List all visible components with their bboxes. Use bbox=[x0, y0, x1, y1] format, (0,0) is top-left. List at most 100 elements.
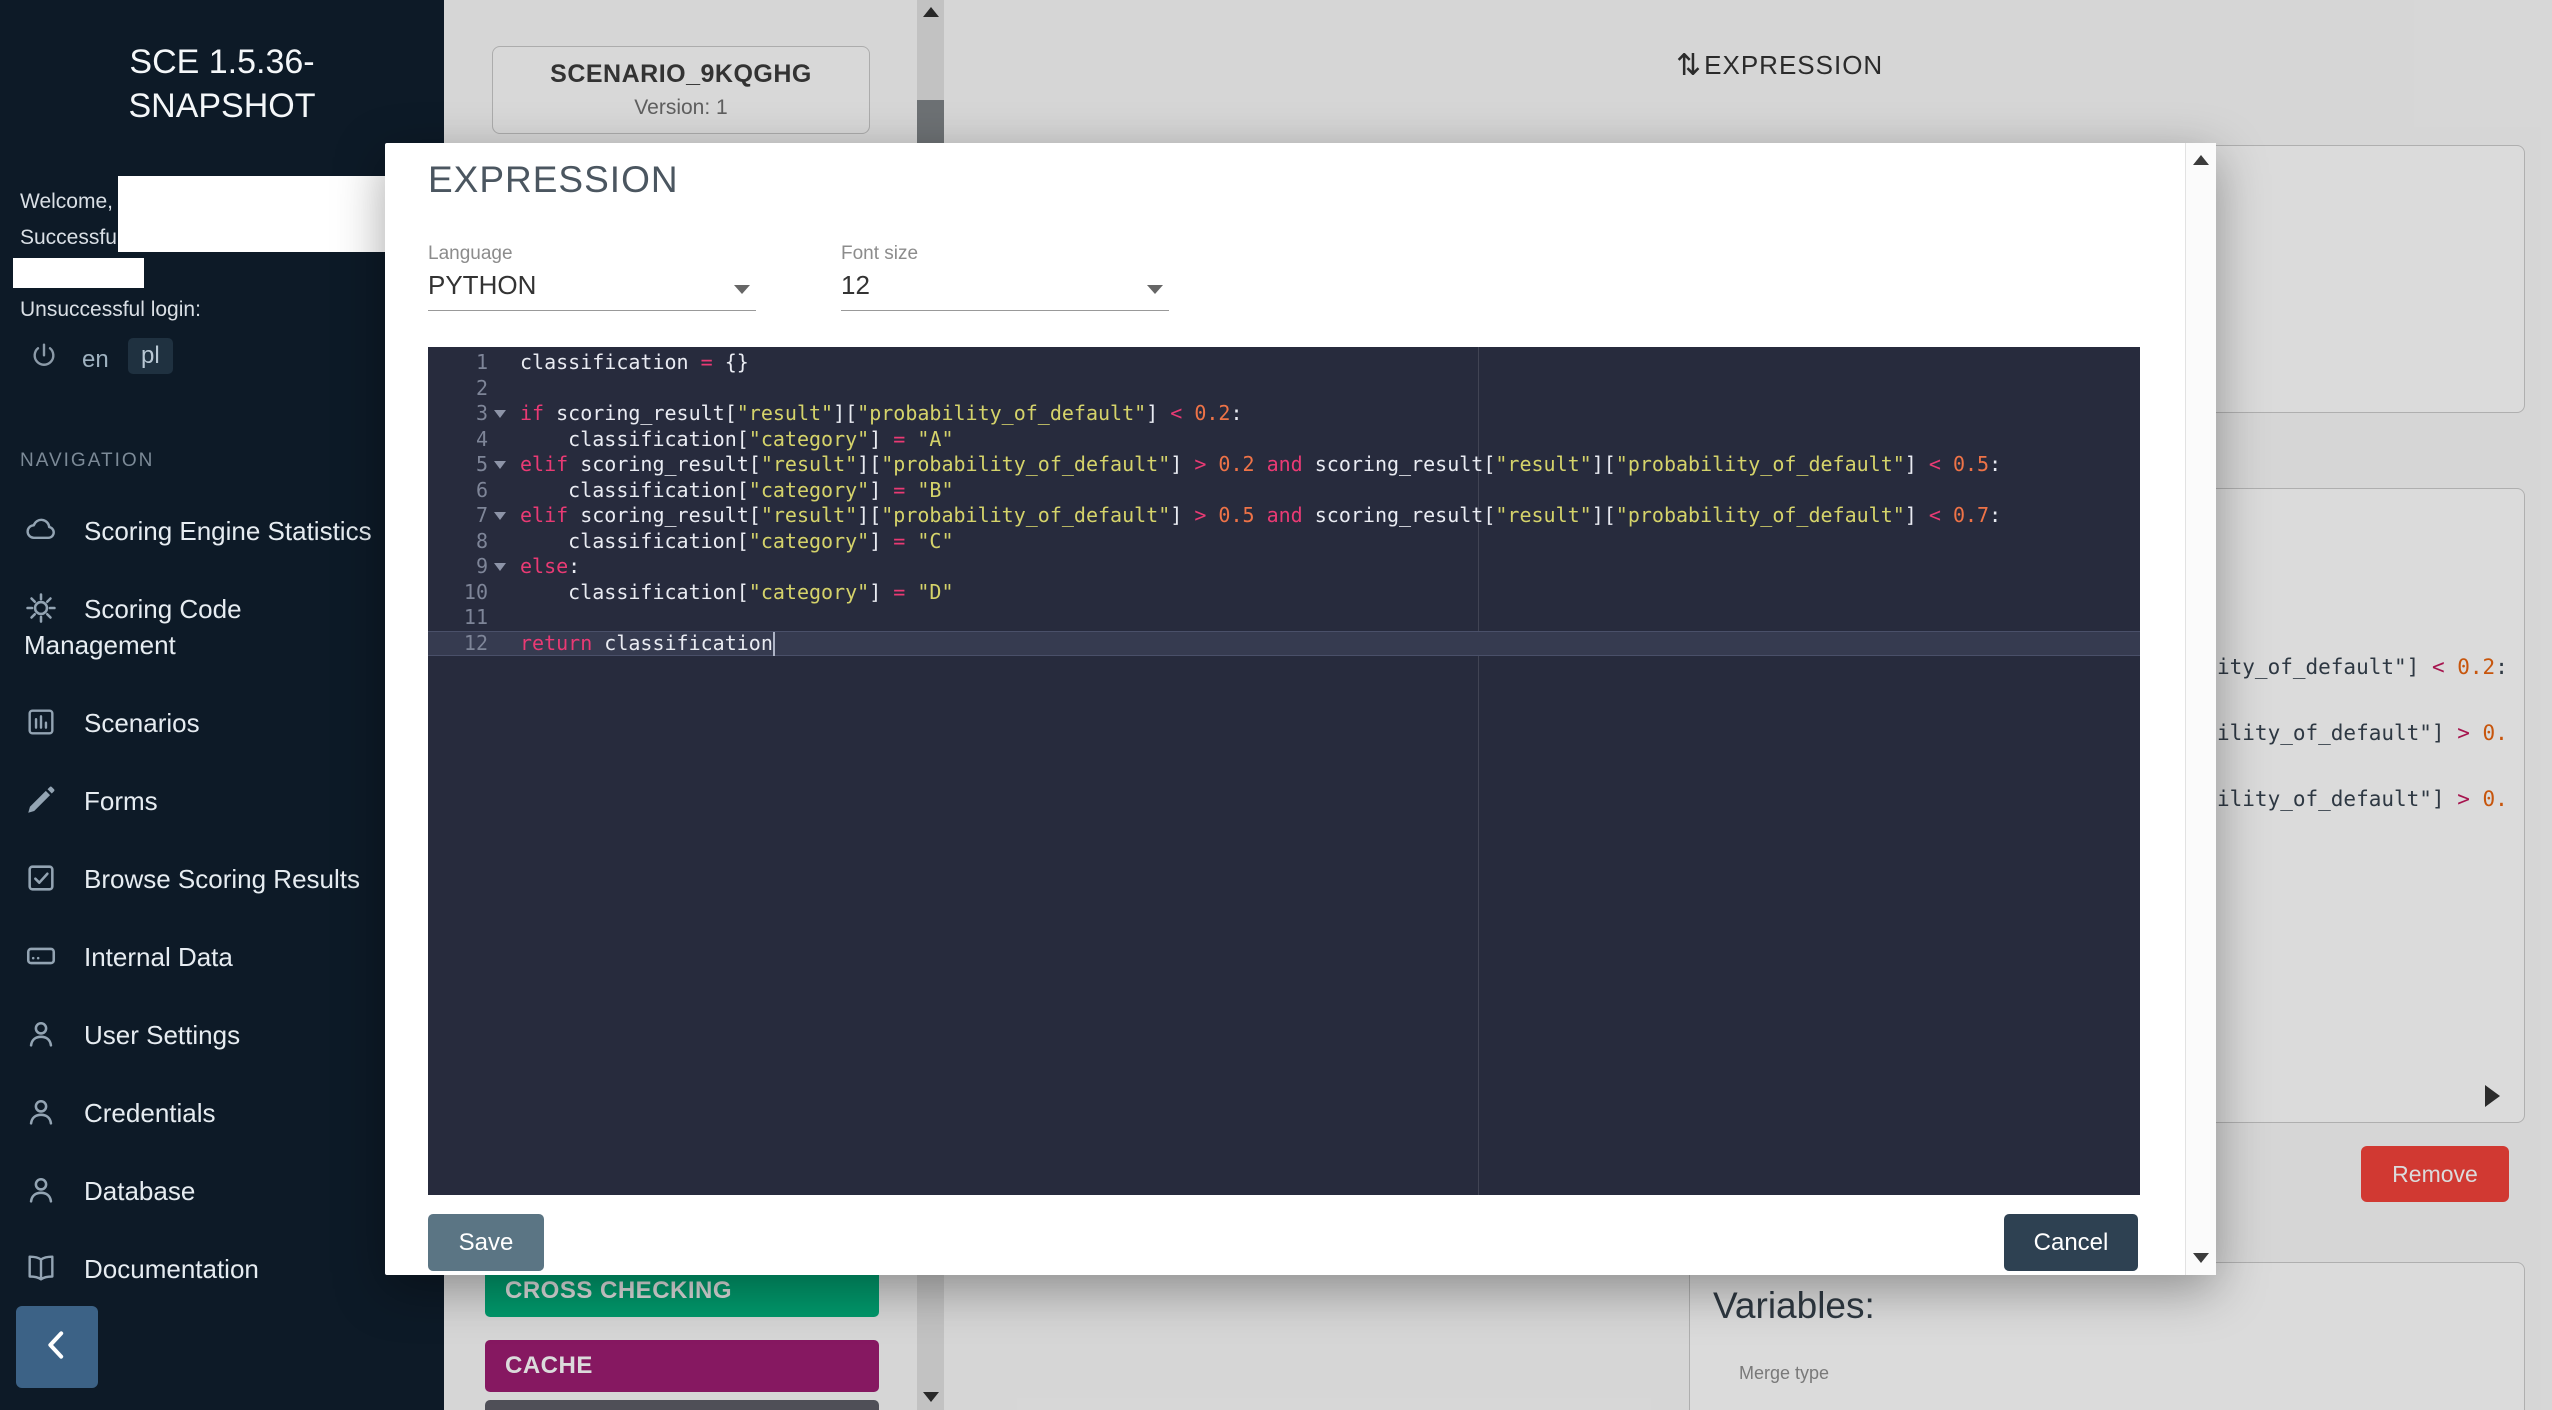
sidebar-nav: Scoring Engine Statistics Scoring Code Ma… bbox=[0, 492, 444, 1308]
scroll-up-icon[interactable] bbox=[2193, 155, 2209, 165]
editor-line-8[interactable]: 8 classification["category"] = "C" bbox=[428, 529, 2140, 555]
language-select-value: PYTHON bbox=[428, 270, 536, 301]
editor-line-6[interactable]: 6 classification["category"] = "B" bbox=[428, 478, 2140, 504]
editor-line-5[interactable]: 5 elif scoring_result["result"]["probabil… bbox=[428, 452, 2140, 478]
app-title: SCE 1.5.36-SNAPSHOT bbox=[57, 0, 387, 128]
fold-arrow-icon[interactable] bbox=[494, 563, 506, 571]
sidebar-item-label: Database bbox=[84, 1176, 195, 1206]
checkbox-icon bbox=[24, 861, 58, 895]
sidebar-item-scoring-code-management[interactable]: Scoring Code Management bbox=[0, 570, 444, 684]
chart-icon bbox=[24, 705, 58, 739]
sidebar-item-scoring-engine-statistics[interactable]: Scoring Engine Statistics bbox=[0, 492, 444, 570]
dialog-scrollbar[interactable] bbox=[2185, 143, 2216, 1275]
editor-line-7[interactable]: 7 elif scoring_result["result"]["probabil… bbox=[428, 503, 2140, 529]
person-icon bbox=[24, 1095, 58, 1129]
line-number: 6 bbox=[428, 478, 488, 504]
sidebar-item-credentials[interactable]: Credentials bbox=[0, 1074, 444, 1152]
code-text: classification["category"] = "C" bbox=[520, 529, 954, 555]
sidebar-item-label: User Settings bbox=[84, 1020, 240, 1050]
sidebar-item-label: Scenarios bbox=[84, 708, 200, 738]
language-en-button[interactable]: en bbox=[82, 346, 109, 374]
fold-arrow-icon[interactable] bbox=[494, 512, 506, 520]
line-number: 7 bbox=[428, 503, 488, 529]
book-icon bbox=[24, 1251, 58, 1285]
sidebar-item-label: Documentation bbox=[84, 1254, 259, 1284]
cancel-button[interactable]: Cancel bbox=[2004, 1214, 2138, 1271]
editor-line-11[interactable]: 11 bbox=[428, 605, 2140, 631]
line-number: 5 bbox=[428, 452, 488, 478]
collapse-sidebar-button[interactable] bbox=[16, 1306, 98, 1388]
sidebar: SCE 1.5.36-SNAPSHOT Welcome, Successful … bbox=[0, 0, 444, 1410]
code-editor[interactable]: 1 classification = {} 23 if scoring_result[… bbox=[428, 347, 2140, 1195]
logout-button[interactable] bbox=[28, 340, 60, 372]
editor-line-10[interactable]: 10 classification["category"] = "D" bbox=[428, 580, 2140, 606]
line-number: 4 bbox=[428, 427, 488, 453]
save-button[interactable]: Save bbox=[428, 1214, 544, 1271]
sidebar-item-label: Internal Data bbox=[84, 942, 233, 972]
code-text: classification["category"] = "B" bbox=[520, 478, 954, 504]
sidebar-item-user-settings[interactable]: User Settings bbox=[0, 996, 444, 1074]
person-icon bbox=[24, 1017, 58, 1051]
line-number: 3 bbox=[428, 401, 488, 427]
sidebar-item-label: Credentials bbox=[84, 1098, 216, 1128]
welcome-label: Welcome, bbox=[20, 190, 113, 214]
gear-icon bbox=[24, 591, 58, 625]
editor-line-2[interactable]: 2 bbox=[428, 376, 2140, 402]
font-size-select[interactable]: 12 bbox=[841, 265, 1169, 311]
editor-line-3[interactable]: 3 if scoring_result["result"]["probabilit… bbox=[428, 401, 2140, 427]
line-number: 8 bbox=[428, 529, 488, 555]
font-size-select-value: 12 bbox=[841, 270, 870, 301]
language-select[interactable]: PYTHON bbox=[428, 265, 756, 311]
person-icon bbox=[24, 1173, 58, 1207]
sidebar-item-documentation[interactable]: Documentation bbox=[0, 1230, 444, 1308]
drive-icon bbox=[24, 939, 58, 973]
code-text: elif scoring_result["result"]["probabili… bbox=[520, 503, 2001, 529]
fold-arrow-icon[interactable] bbox=[494, 410, 506, 418]
expression-dialog: EXPRESSION Language PYTHON Font size 12 … bbox=[385, 143, 2216, 1275]
line-number: 11 bbox=[428, 605, 488, 631]
line-number: 10 bbox=[428, 580, 488, 606]
code-text: classification["category"] = "A" bbox=[520, 427, 954, 453]
font-size-label: Font size bbox=[841, 243, 918, 265]
dialog-title: EXPRESSION bbox=[428, 159, 679, 201]
line-number: 9 bbox=[428, 554, 488, 580]
code-text: if scoring_result["result"]["probability… bbox=[520, 401, 1243, 427]
sidebar-item-scenarios[interactable]: Scenarios bbox=[0, 684, 444, 762]
line-number: 12 bbox=[428, 631, 488, 657]
chevron-down-icon bbox=[1147, 285, 1163, 294]
sidebar-item-label: Browse Scoring Results bbox=[84, 864, 360, 894]
scroll-down-icon[interactable] bbox=[2193, 1253, 2209, 1263]
redacted-value bbox=[13, 258, 144, 288]
sidebar-item-browse-scoring-results[interactable]: Browse Scoring Results bbox=[0, 840, 444, 918]
editor-line-9[interactable]: 9 else: bbox=[428, 554, 2140, 580]
editor-line-4[interactable]: 4 classification["category"] = "A" bbox=[428, 427, 2140, 453]
editor-line-12[interactable]: 12 return classification bbox=[428, 631, 2140, 657]
chevron-left-icon bbox=[37, 1325, 77, 1370]
app-root: SCENARIO_9KQGHG Version: 1 ⇅ EXPRESSION … bbox=[0, 0, 2552, 1410]
sidebar-item-internal-data[interactable]: Internal Data bbox=[0, 918, 444, 996]
sidebar-item-label: Scoring Engine Statistics bbox=[84, 516, 372, 546]
pen-icon bbox=[24, 783, 58, 817]
code-text: classification["category"] = "D" bbox=[520, 580, 954, 606]
line-number: 1 bbox=[428, 350, 488, 376]
editor-lines: 1 classification = {} 23 if scoring_result[… bbox=[428, 350, 2140, 656]
code-text: return classification bbox=[520, 631, 775, 657]
text-cursor bbox=[773, 632, 775, 656]
language-pl-button[interactable]: pl bbox=[128, 338, 173, 374]
language-label: Language bbox=[428, 243, 513, 265]
chevron-down-icon bbox=[734, 285, 750, 294]
code-text: elif scoring_result["result"]["probabili… bbox=[520, 452, 2001, 478]
unsuccessful-login-label: Unsuccessful login: bbox=[20, 298, 201, 322]
fold-arrow-icon[interactable] bbox=[494, 461, 506, 469]
navigation-header: NAVIGATION bbox=[20, 450, 154, 472]
redacted-value bbox=[118, 176, 390, 252]
code-text: else: bbox=[520, 554, 580, 580]
sidebar-item-label: Forms bbox=[84, 786, 158, 816]
sidebar-item-database[interactable]: Database bbox=[0, 1152, 444, 1230]
editor-line-1[interactable]: 1 classification = {} bbox=[428, 350, 2140, 376]
sidebar-item-forms[interactable]: Forms bbox=[0, 762, 444, 840]
cloud-icon bbox=[24, 513, 58, 547]
code-text: classification = {} bbox=[520, 350, 749, 376]
power-icon bbox=[28, 359, 60, 376]
line-number: 2 bbox=[428, 376, 488, 402]
